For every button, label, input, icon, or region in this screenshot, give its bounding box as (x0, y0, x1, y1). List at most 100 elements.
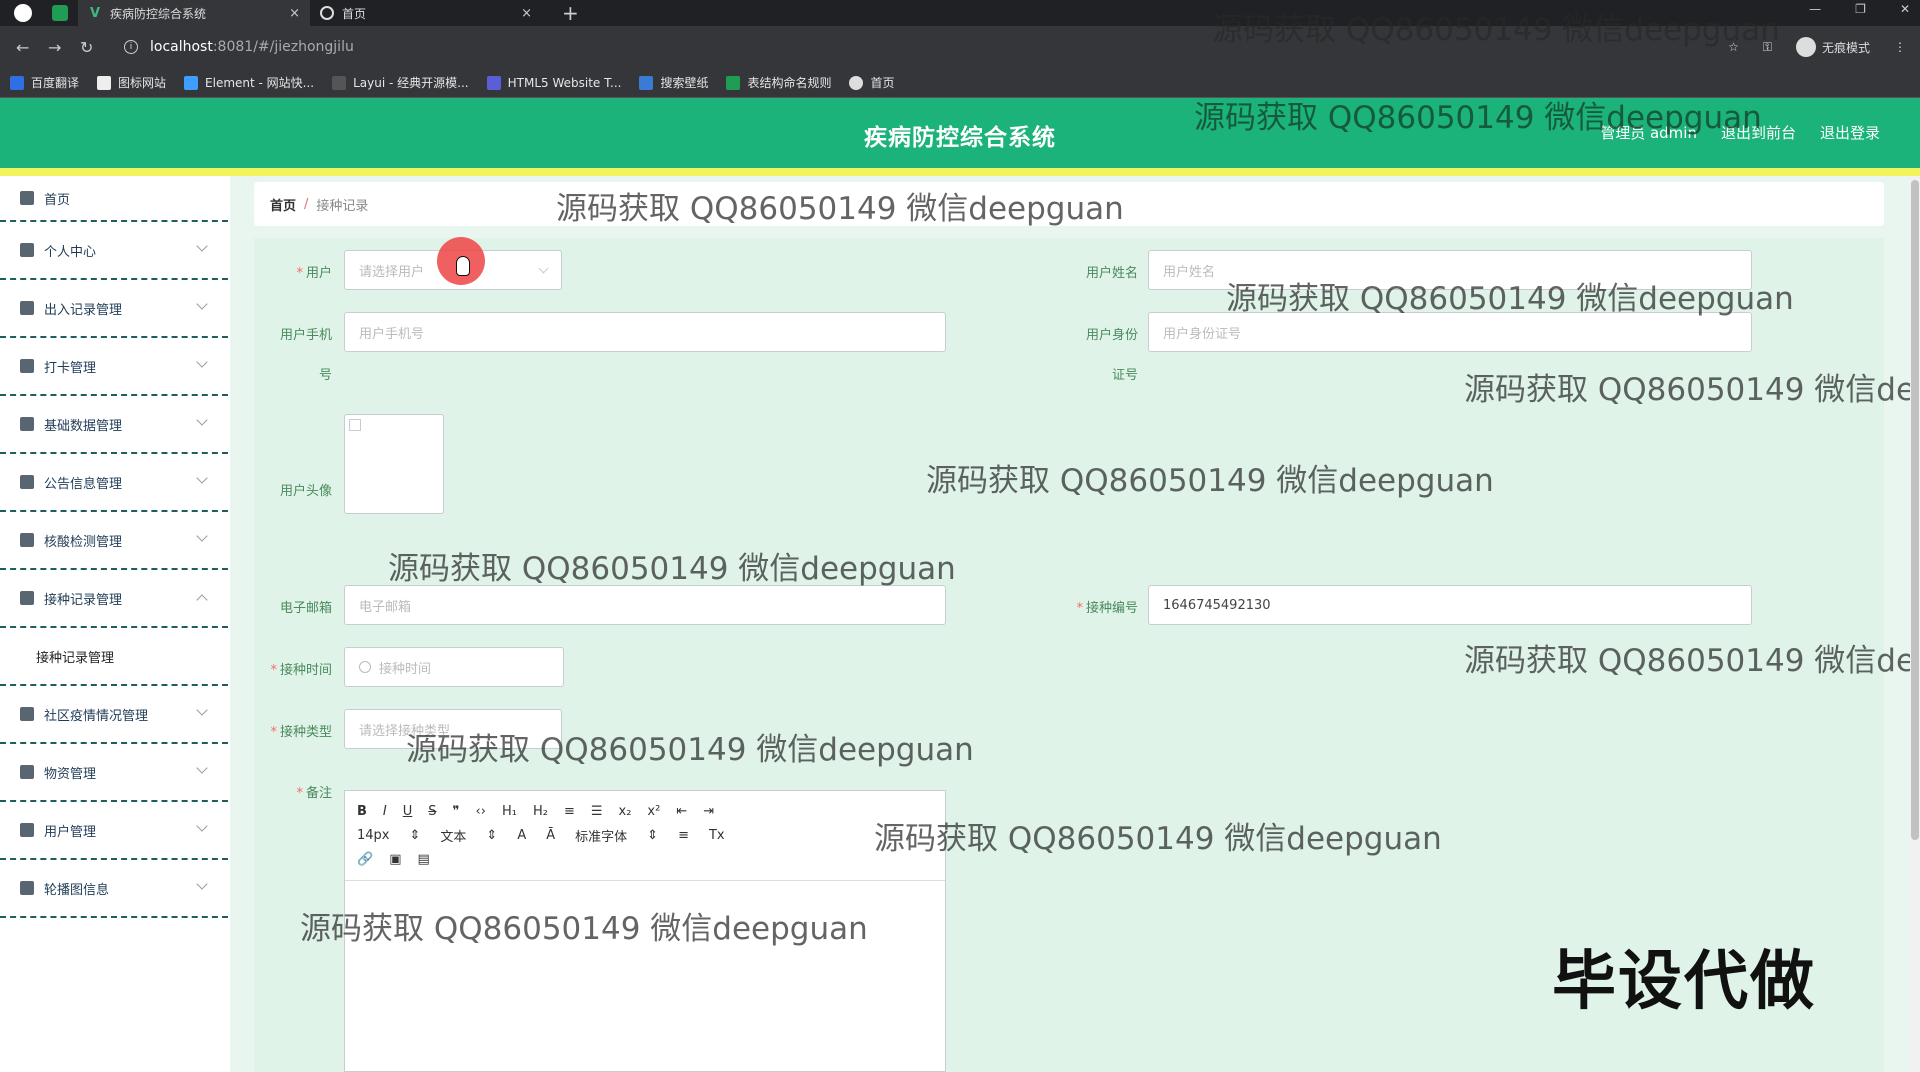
bookmark-item[interactable]: 百度翻译 (10, 74, 79, 91)
incognito-badge[interactable]: 无痕模式 (1795, 37, 1870, 57)
toolbar-row-1: B I U S ❞ ‹› H₁ H₂ ≡ ☰ x₂ x² ⇤ ⇥ (357, 799, 933, 823)
email-label: 电子邮箱 (279, 601, 332, 616)
idcard-label-wrap: 证号 (1111, 368, 1138, 383)
watermark-text: 源码获取 QQ86050149 微信deepguan (1194, 100, 1762, 136)
sidebar-item-personal[interactable]: 个人中心 (0, 222, 228, 280)
browser-logo-icon (14, 4, 32, 22)
sidebar-item-access-records[interactable]: 出入记录管理 (0, 280, 228, 338)
page-scrollbar[interactable] (1910, 176, 1920, 1072)
strike-icon[interactable]: S (428, 804, 436, 819)
superscript-icon[interactable]: x² (647, 804, 660, 819)
h2-icon[interactable]: H₂ (533, 804, 548, 819)
id-card-icon (20, 823, 34, 837)
forward-icon[interactable]: → (48, 38, 64, 57)
restore-icon[interactable]: ❐ (1855, 2, 1866, 16)
bullet-list-icon[interactable]: ☰ (591, 804, 603, 819)
vue-icon: V (89, 5, 101, 21)
scrollbar-thumb[interactable] (1911, 180, 1919, 840)
sidebar-item-carousel[interactable]: 轮播图信息 (0, 860, 228, 918)
avatar-upload[interactable] (344, 414, 444, 514)
bold-icon[interactable]: B (357, 804, 367, 819)
italic-icon[interactable]: I (383, 804, 387, 819)
vacc-time-picker[interactable]: 接种时间 (344, 647, 564, 687)
image-icon[interactable]: ▣ (389, 852, 401, 867)
app-favicon-icon[interactable] (52, 5, 68, 21)
h1-icon[interactable]: H₁ (502, 804, 517, 819)
incognito-label: 无痕模式 (1821, 40, 1870, 55)
accent-bar (0, 168, 1920, 176)
subscript-icon[interactable]: x₂ (619, 804, 632, 819)
sidebar-subitem-vaccination-records[interactable]: 接种记录管理 (0, 628, 228, 686)
sidebar-item-home[interactable]: 首页 (0, 176, 228, 222)
email-input[interactable]: 电子邮箱 (344, 585, 946, 625)
minimize-icon[interactable]: — (1809, 2, 1821, 16)
info-icon[interactable]: i (124, 40, 138, 54)
crop-icon (20, 591, 34, 605)
sidebar-item-nucleic-test[interactable]: 核酸检测管理 (0, 512, 228, 570)
reload-icon[interactable]: ↻ (80, 38, 96, 57)
clear-format-icon[interactable]: Tx (709, 828, 725, 843)
phone-input[interactable]: 用户手机号 (344, 312, 946, 352)
bookmark-item[interactable]: 首页 (849, 74, 895, 91)
breadcrumb-home[interactable]: 首页 (270, 195, 296, 214)
bookmark-item[interactable]: 搜索壁纸 (639, 74, 708, 91)
indent-icon[interactable]: ⇥ (703, 804, 714, 819)
outdent-icon[interactable]: ⇤ (676, 804, 687, 819)
chevron-down-icon (196, 472, 208, 484)
url-field[interactable]: i localhost :8081/#/jiezhongjilu (124, 39, 354, 55)
vacc-time-label: * 接种时间 (270, 663, 332, 678)
font-color-icon[interactable]: A (517, 828, 526, 843)
sidebar-item-community[interactable]: 社区疫情情况管理 (0, 686, 228, 744)
watermark-text: 源码获取 QQ86050149 微信deepguan (1464, 643, 1920, 679)
element-icon (184, 75, 199, 90)
sidebar-item-base-data[interactable]: 基础数据管理 (0, 396, 228, 454)
code-icon[interactable]: ‹› (476, 804, 486, 819)
video-icon[interactable]: ▤ (417, 852, 429, 867)
phone-label: 用户手机 (279, 328, 332, 343)
watermark-text: 源码获取 QQ86050149 微信deepguan (388, 551, 956, 587)
idcard-label: 用户身份 (1085, 328, 1138, 343)
underline-icon[interactable]: U (403, 804, 413, 819)
quote-icon[interactable]: ❞ (453, 804, 460, 819)
sidebar-item-checkin[interactable]: 打卡管理 (0, 338, 228, 396)
remark-label: * 备注 (296, 786, 332, 801)
new-tab-button[interactable]: + (562, 1, 579, 25)
promo-mark: 毕设代做 (1552, 945, 1816, 1019)
ordered-list-icon[interactable]: ≡ (564, 804, 575, 819)
bookmark-item[interactable]: HTML5 Website T... (486, 75, 621, 90)
chevron-down-icon (196, 530, 208, 542)
sidebar-item-users[interactable]: 用户管理 (0, 802, 228, 860)
link-icon[interactable]: 🔗 (357, 852, 373, 867)
logout-link[interactable]: 退出登录 (1820, 122, 1880, 143)
clipboard-icon (20, 417, 34, 431)
bookmark-item[interactable]: 表结构命名规则 (726, 74, 831, 91)
chevron-up-icon (196, 594, 208, 606)
tab-close-icon[interactable]: × (521, 6, 532, 21)
font-family-select[interactable]: 标准字体 (575, 826, 627, 845)
tab-home[interactable]: 首页 × (310, 0, 542, 26)
bookmark-item[interactable]: 图标网站 (97, 74, 166, 91)
sidebar-item-vaccination[interactable]: 接种记录管理 (0, 570, 228, 628)
text-style-select[interactable]: 文本 (440, 826, 466, 845)
home-icon (20, 191, 34, 205)
toolbar-row-3: 🔗 ▣ ▤ (357, 847, 933, 871)
menu-icon[interactable]: ⋮ (1894, 40, 1906, 54)
chevron-down-icon (196, 762, 208, 774)
tab-system[interactable]: V 疾病防控综合系统 × (78, 0, 310, 26)
bookmark-item[interactable]: Element - 网站快... (184, 74, 314, 91)
font-size-select[interactable]: 14px (357, 828, 390, 843)
bookmark-item[interactable]: Layui - 经典开源模... (332, 74, 469, 91)
sidebar: 首页 个人中心 出入记录管理 打卡管理 基础数据管理 公告信息管理 核酸检测管理… (0, 176, 230, 1072)
back-icon[interactable]: ← (16, 38, 32, 57)
sidebar-item-notice[interactable]: 公告信息管理 (0, 454, 228, 512)
idcard-input[interactable]: 用户身份证号 (1148, 312, 1752, 352)
close-window-icon[interactable]: ✕ (1900, 2, 1910, 16)
monitor-icon (20, 765, 34, 779)
vacc-no-input[interactable]: 1646745492130 (1148, 585, 1752, 625)
breadcrumb-current: 接种记录 (316, 198, 369, 214)
tab-close-icon[interactable]: × (289, 6, 300, 21)
editor-toolbar: B I U S ❞ ‹› H₁ H₂ ≡ ☰ x₂ x² ⇤ ⇥ 14px ⇕ … (345, 791, 945, 881)
sidebar-item-supplies[interactable]: 物资管理 (0, 744, 228, 802)
background-color-icon[interactable]: Ā (546, 828, 555, 843)
align-icon[interactable]: ≡ (678, 828, 689, 843)
